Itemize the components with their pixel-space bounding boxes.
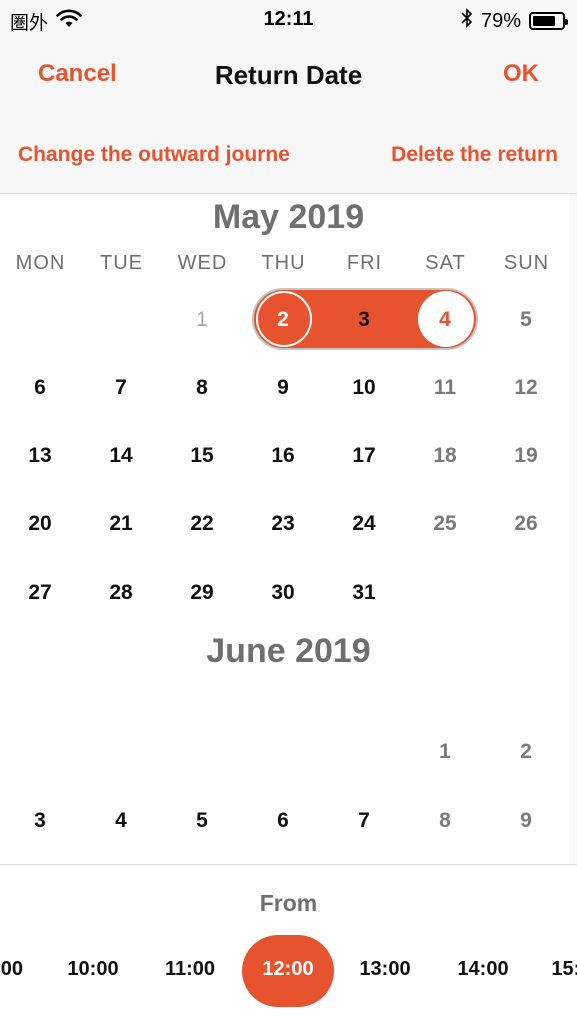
status-bar: 圏外 12:11 79% — [0, 0, 577, 40]
calendar-day[interactable]: 8 — [405, 806, 485, 836]
calendar-day[interactable]: 5 — [162, 806, 242, 836]
calendar-day[interactable]: 9 — [243, 373, 323, 403]
calendar-day[interactable]: 17 — [324, 441, 404, 471]
ok-button[interactable]: OK — [503, 60, 539, 88]
calendar-day[interactable]: 11 — [405, 373, 485, 403]
time-option[interactable]: 14:00 — [438, 958, 528, 981]
from-label: From — [259, 890, 318, 916]
calendar-day[interactable]: 8 — [162, 373, 242, 403]
calendar-day[interactable]: 25 — [405, 509, 485, 539]
weekday-wed: WED — [177, 252, 228, 274]
weekday-tue: TUE — [100, 252, 143, 274]
calendar-day[interactable]: 12 — [486, 373, 566, 403]
delete-return-button[interactable]: Delete the return — [391, 143, 558, 167]
weekday-fri: FRI — [346, 252, 383, 274]
battery-fill — [533, 16, 556, 26]
calendar-day[interactable]: 1 — [405, 737, 485, 767]
calendar-day[interactable]: 29 — [162, 578, 242, 608]
battery-percent: 79% — [480, 9, 521, 32]
weekday-thu: THU — [261, 252, 306, 274]
change-outward-button[interactable]: Change the outward journey — [18, 143, 290, 167]
divider — [0, 864, 577, 865]
calendar-day[interactable]: 21 — [81, 509, 161, 539]
weekday-mon: MON — [15, 252, 66, 274]
weekday-sat: SAT — [425, 252, 466, 274]
calendar-day[interactable]: 26 — [486, 509, 566, 539]
time-option[interactable]: 10:00 — [48, 958, 138, 981]
header: Cancel Return Date OK Change the outward… — [0, 40, 577, 194]
calendar-day[interactable]: 5 — [486, 305, 566, 335]
calendar-day[interactable]: 28 — [81, 578, 161, 608]
calendar-day[interactable]: 4 — [81, 806, 161, 836]
calendar-day[interactable]: 30 — [243, 578, 323, 608]
time-option[interactable]: 11:00 — [145, 958, 235, 981]
page-title: Return Date — [214, 60, 363, 90]
time-option[interactable]: 15:00 — [532, 958, 577, 981]
calendar-day[interactable]: 13 — [0, 441, 80, 471]
calendar-scrollbar[interactable] — [569, 194, 577, 864]
weekday-header: MON TUE WED THU FRI SAT SUN — [0, 252, 569, 276]
calendar-day[interactable]: 19 — [486, 441, 566, 471]
calendar-day[interactable]: 1 — [162, 305, 242, 335]
status-right: 79% — [461, 8, 568, 34]
battery-icon — [529, 12, 568, 30]
calendar-day[interactable]: 6 — [243, 806, 323, 836]
calendar-day[interactable]: 6 — [0, 373, 80, 403]
calendar-day[interactable]: 7 — [324, 806, 404, 836]
calendar-day[interactable]: 24 — [324, 509, 404, 539]
calendar-day[interactable]: 3 — [0, 806, 80, 836]
calendar-day[interactable]: 10 — [324, 373, 404, 403]
time-option[interactable]: 13:00 — [340, 958, 430, 981]
time-option[interactable]: 12:00 — [243, 958, 333, 981]
calendar-day[interactable]: 4 — [405, 305, 485, 335]
calendar-day[interactable]: 14 — [81, 441, 161, 471]
calendar-day[interactable]: 7 — [81, 373, 161, 403]
calendar-day[interactable]: 23 — [243, 509, 323, 539]
calendar-day[interactable]: 3 — [324, 305, 404, 335]
calendar-day[interactable]: 15 — [162, 441, 242, 471]
calendar-day[interactable]: 18 — [405, 441, 485, 471]
month-title-may: May 2019 — [212, 198, 365, 236]
calendar-day[interactable]: 9 — [486, 806, 566, 836]
month-title-june: June 2019 — [206, 632, 371, 670]
time-option[interactable]: 9:00 — [0, 958, 48, 981]
calendar-day[interactable]: 16 — [243, 441, 323, 471]
bluetooth-icon — [461, 8, 473, 34]
calendar-day[interactable]: 22 — [162, 509, 242, 539]
calendar-day[interactable]: 31 — [324, 578, 404, 608]
calendar-day[interactable]: 2 — [243, 305, 323, 335]
calendar-day[interactable]: 2 — [486, 737, 566, 767]
weekday-sun: SUN — [503, 252, 550, 274]
calendar-day[interactable]: 20 — [0, 509, 80, 539]
calendar-day[interactable]: 27 — [0, 578, 80, 608]
